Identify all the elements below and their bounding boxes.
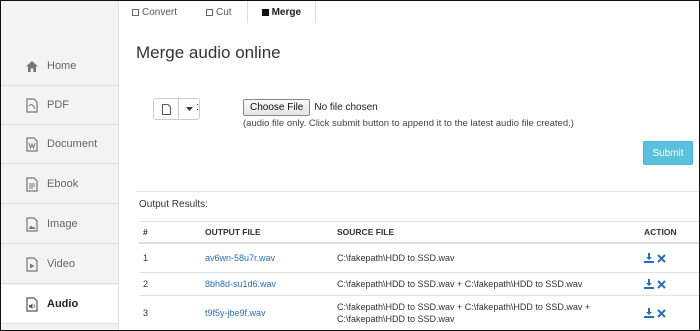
sidebar-item-image[interactable]: Image: [1, 205, 118, 244]
divider: [136, 191, 699, 192]
tab-merge[interactable]: Merge: [246, 1, 317, 23]
header-source-file: SOURCE FILE: [337, 227, 395, 237]
sidebar-item-label: Video: [47, 258, 75, 270]
file-status: No file chosen: [314, 102, 378, 113]
page-title: Merge audio online: [136, 43, 281, 62]
delete-icon[interactable]: [657, 308, 666, 318]
document-icon: [23, 135, 41, 153]
sidebar-item-document[interactable]: Document: [1, 125, 118, 164]
file-source-button[interactable]: [154, 99, 179, 119]
sidebar-item-label: Home: [47, 60, 77, 72]
sidebar-item-video[interactable]: Video: [1, 245, 118, 284]
source-selector: [153, 98, 200, 120]
source-file: C:\fakepath\HDD to SSD.wav + C:\fakepath…: [337, 279, 583, 289]
download-icon[interactable]: [644, 308, 654, 318]
header-num: #: [143, 227, 148, 237]
checkbox-icon: [132, 8, 139, 16]
colon-label: :: [196, 101, 200, 113]
row-num: 3: [143, 308, 149, 318]
video-icon: [23, 255, 41, 273]
file-icon: [161, 103, 171, 115]
ebook-icon: [23, 175, 41, 193]
output-file-link[interactable]: 8bh8d-su1d6.wav: [205, 273, 276, 295]
table-row: 2 8bh8d-su1d6.wav C:\fakepath\HDD to SSD…: [139, 273, 699, 296]
download-icon[interactable]: [644, 279, 654, 289]
row-num: 2: [143, 279, 149, 289]
header-output-file: OUTPUT FILE: [205, 227, 261, 237]
source-file: C:\fakepath\HDD to SSD.wav: [337, 253, 455, 263]
sidebar-item-label: Image: [47, 218, 78, 230]
table-header: # OUTPUT FILE SOURCE FILE ACTION: [139, 221, 699, 244]
sidebar-item-home[interactable]: Home: [1, 47, 118, 86]
tab-label: Cut: [216, 6, 232, 18]
row-actions: [644, 273, 666, 295]
sidebar-item-label: Audio: [47, 298, 79, 310]
row-actions: [644, 296, 666, 330]
results-label: Output Results:: [139, 199, 208, 210]
output-file-link[interactable]: t9f5y-jbe9f.wav: [205, 296, 266, 330]
sidebar-item-label: Document: [47, 138, 98, 150]
submit-button[interactable]: Submit: [643, 141, 693, 165]
delete-icon[interactable]: [657, 253, 666, 263]
header-action: ACTION: [644, 227, 677, 237]
results-table: # OUTPUT FILE SOURCE FILE ACTION 1 av6wn…: [139, 221, 699, 330]
source-file-line: C:\fakepath\HDD to SSD.wav + C:\fakepath…: [337, 302, 591, 312]
delete-icon[interactable]: [657, 279, 666, 289]
caret-down-icon: [185, 107, 193, 111]
file-input: Choose File No file chosen: [243, 99, 378, 116]
choose-file-button[interactable]: Choose File: [243, 99, 311, 116]
source-file-line: C:\fakepath\HDD to SSD.wav: [337, 314, 455, 324]
download-icon[interactable]: [644, 253, 654, 263]
image-icon: [23, 215, 41, 233]
table-row: 1 av6wn-58u7r.wav C:\fakepath\HDD to SSD…: [139, 244, 699, 273]
sidebar-item-pdf[interactable]: PDF: [1, 86, 118, 125]
source-file: C:\fakepath\HDD to SSD.wav + C:\fakepath…: [337, 299, 590, 327]
row-num: 1: [143, 253, 149, 263]
tab-label: Convert: [142, 6, 178, 18]
row-actions: [644, 244, 666, 272]
upload-hint: (audio file only. Click submit button to…: [243, 118, 574, 129]
sidebar-item-audio[interactable]: Audio: [1, 285, 118, 324]
sidebar: Home PDF Document Ebook Image Video Audi…: [1, 1, 119, 330]
checkbox-icon: [206, 8, 214, 16]
table-row: 3 t9f5y-jbe9f.wav C:\fakepath\HDD to SSD…: [139, 296, 699, 330]
tab-convert[interactable]: Convert: [118, 1, 193, 23]
sidebar-item-ebook[interactable]: Ebook: [1, 165, 118, 204]
home-icon: [23, 57, 41, 75]
sidebar-item-label: Ebook: [47, 178, 79, 190]
output-file-link[interactable]: av6wn-58u7r.wav: [205, 244, 275, 272]
checkbox-filled-icon: [261, 8, 269, 16]
audio-icon: [23, 295, 41, 313]
tab-cut[interactable]: Cut: [192, 1, 247, 23]
app-frame: Home PDF Document Ebook Image Video Audi…: [0, 0, 700, 331]
tool-tabs: Convert Cut Merge: [118, 1, 317, 23]
tab-label: Merge: [271, 6, 302, 18]
pdf-icon: [23, 96, 41, 114]
sidebar-item-label: PDF: [47, 99, 69, 111]
